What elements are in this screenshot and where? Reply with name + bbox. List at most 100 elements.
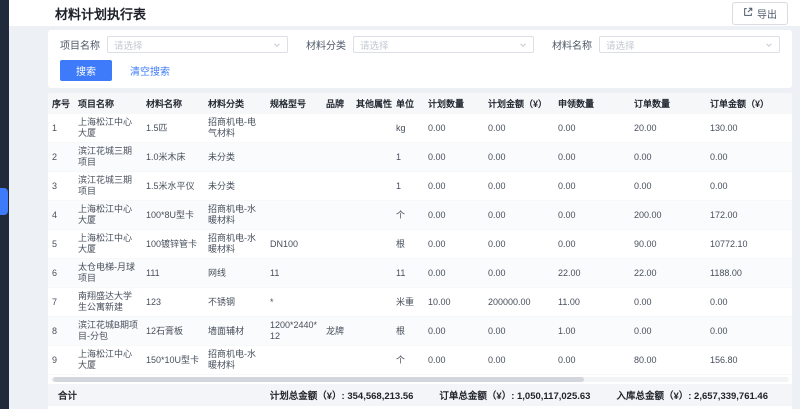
clear-search-button[interactable]: 清空搜索 bbox=[130, 63, 170, 78]
table-cell: 0.00 bbox=[484, 346, 554, 375]
table-cell: 0.00 bbox=[424, 317, 484, 346]
column-header: 申领数量 bbox=[554, 93, 630, 114]
table-cell: 0.00 bbox=[630, 143, 706, 172]
table-cell: 1.00 bbox=[554, 317, 630, 346]
table-cell: 0.00 bbox=[554, 230, 630, 259]
table-cell bbox=[322, 143, 352, 172]
table-row: 7南翔盛达大学生公寓新建123不锈钢*米重10.00200000.0011.00… bbox=[48, 288, 792, 317]
table-cell: 0.00 bbox=[424, 230, 484, 259]
column-header: 订单金额（¥） bbox=[706, 93, 792, 114]
table-cell: DN100 bbox=[266, 230, 322, 259]
table-cell: 滨江花城三期项目 bbox=[74, 172, 142, 201]
table-cell: 0.00 bbox=[706, 172, 792, 201]
table-cell bbox=[352, 346, 392, 375]
table-cell: 22.00 bbox=[554, 259, 630, 288]
column-header: 订单数量 bbox=[630, 93, 706, 114]
table-cell bbox=[266, 346, 322, 375]
table-cell: * bbox=[266, 288, 322, 317]
column-header: 计划数量 bbox=[424, 93, 484, 114]
horizontal-scrollbar[interactable] bbox=[51, 377, 789, 382]
table-cell: 墙面辅材 bbox=[204, 317, 266, 346]
table-cell: 1.5匹 bbox=[142, 114, 204, 143]
table-cell bbox=[352, 114, 392, 143]
table-cell: 200.00 bbox=[630, 201, 706, 230]
order-total-amount: 订单总金额（¥）: 1,050,117,025.63 bbox=[439, 388, 590, 402]
table-cell: 0.00 bbox=[484, 114, 554, 143]
table-cell: 1.5米水平仪 bbox=[142, 172, 204, 201]
table-cell: 0.00 bbox=[484, 317, 554, 346]
search-button[interactable]: 搜索 bbox=[60, 60, 112, 81]
table-cell: 100镀锌管卡 bbox=[142, 230, 204, 259]
table-cell: 4 bbox=[48, 201, 74, 230]
table-cell bbox=[266, 172, 322, 201]
table-cell: 11 bbox=[266, 259, 322, 288]
table-cell: 0.00 bbox=[484, 230, 554, 259]
main-content: 项目名称 请选择 材料分类 请选择 材料名称 bbox=[48, 30, 792, 409]
table-cell: 172.00 bbox=[706, 201, 792, 230]
table-cell: 太仓电梯-月球项目 bbox=[74, 259, 142, 288]
export-label: 导出 bbox=[757, 6, 777, 21]
filter-field-material-category: 材料分类 请选择 bbox=[306, 36, 534, 53]
table-header-row: 序号项目名称材料名称材料分类规格型号品牌其他属性单位计划数量计划金额（¥）申领数… bbox=[48, 93, 792, 114]
table-cell bbox=[322, 114, 352, 143]
table-row: 2滨江花城三期项目1.0米木床未分类10.000.000.000.000.00 bbox=[48, 143, 792, 172]
inbound-total-amount: 入库总金额（¥）: 2,657,339,761.46 bbox=[616, 388, 768, 402]
table-cell: 0.00 bbox=[706, 288, 792, 317]
table-cell: 0.00 bbox=[484, 172, 554, 201]
table-cell: 1200*2440*12 bbox=[266, 317, 322, 346]
table-cell: 0.00 bbox=[630, 288, 706, 317]
table-cell: 0.00 bbox=[424, 172, 484, 201]
column-header: 其他属性 bbox=[352, 93, 392, 114]
table-cell: 11 bbox=[392, 259, 424, 288]
table-cell: 上海松江中心大厦 bbox=[74, 346, 142, 375]
filter-panel: 项目名称 请选择 材料分类 请选择 材料名称 bbox=[48, 30, 792, 88]
table-cell: 未分类 bbox=[204, 172, 266, 201]
table-cell: 上海松江中心大厦 bbox=[74, 114, 142, 143]
table-row: 5上海松江中心大厦100镀锌管卡招商机电-水暖材料DN100根0.000.000… bbox=[48, 230, 792, 259]
table-cell bbox=[266, 143, 322, 172]
table-cell: 招商机电-水暖材料 bbox=[204, 230, 266, 259]
table-cell: 根 bbox=[392, 317, 424, 346]
material-category-select[interactable]: 请选择 bbox=[353, 36, 534, 53]
table-cell bbox=[352, 172, 392, 201]
table-cell: 招商机电-水暖材料 bbox=[204, 201, 266, 230]
column-header: 单位 bbox=[392, 93, 424, 114]
horizontal-scrollbar-thumb[interactable] bbox=[53, 377, 584, 382]
sidebar-expand-handle[interactable] bbox=[0, 188, 8, 215]
table-cell bbox=[322, 346, 352, 375]
table-cell: 5 bbox=[48, 230, 74, 259]
summary-items: 计划总金额（¥）: 354,568,213.56 订单总金额（¥）: 1,050… bbox=[270, 388, 768, 402]
material-name-select[interactable]: 请选择 bbox=[599, 36, 780, 53]
table-cell: 0.00 bbox=[554, 201, 630, 230]
table-cell: 1 bbox=[48, 114, 74, 143]
table-cell: 龙牌 bbox=[322, 317, 352, 346]
table-cell: 不锈钢 bbox=[204, 288, 266, 317]
table-cell: 上海松江中心大厦 bbox=[74, 230, 142, 259]
table-cell: 8 bbox=[48, 317, 74, 346]
table-cell: 0.00 bbox=[424, 143, 484, 172]
table-cell bbox=[352, 317, 392, 346]
column-header: 序号 bbox=[48, 93, 74, 114]
project-name-select[interactable]: 请选择 bbox=[107, 36, 288, 53]
material-category-placeholder: 请选择 bbox=[360, 38, 389, 52]
table-cell: 0.00 bbox=[484, 259, 554, 288]
export-button[interactable]: 导出 bbox=[732, 2, 788, 25]
table-cell: 1 bbox=[392, 143, 424, 172]
table-cell: 个 bbox=[392, 346, 424, 375]
table-cell: 80.00 bbox=[630, 346, 706, 375]
table-cell: 123 bbox=[142, 288, 204, 317]
table-cell: 网线 bbox=[204, 259, 266, 288]
material-category-label: 材料分类 bbox=[306, 37, 346, 52]
table-cell: 未分类 bbox=[204, 143, 266, 172]
table-cell: 0.00 bbox=[424, 201, 484, 230]
column-header: 规格型号 bbox=[266, 93, 322, 114]
table-cell: 0.00 bbox=[424, 259, 484, 288]
table-cell: 0.00 bbox=[630, 172, 706, 201]
table-cell: 1.0米木床 bbox=[142, 143, 204, 172]
table-cell: 0.00 bbox=[424, 346, 484, 375]
table-cell bbox=[322, 230, 352, 259]
table-cell: 156.80 bbox=[706, 346, 792, 375]
table-cell: kg bbox=[392, 114, 424, 143]
column-header: 品牌 bbox=[322, 93, 352, 114]
table-cell: 1188.00 bbox=[706, 259, 792, 288]
